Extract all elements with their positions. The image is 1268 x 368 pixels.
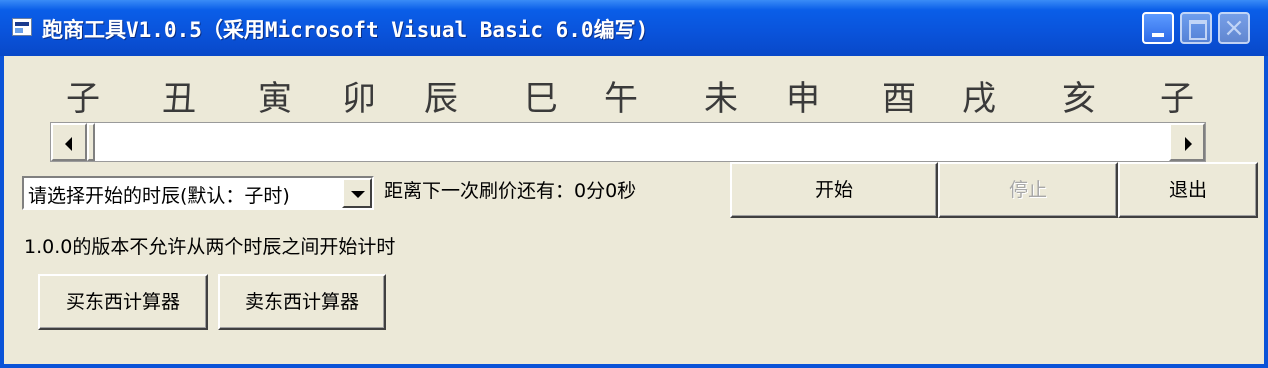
hour-label-zi: 子 xyxy=(66,79,100,119)
stop-button[interactable]: 停止 xyxy=(938,162,1118,218)
hour-label-mao: 卯 xyxy=(342,79,376,119)
hour-label-you: 酉 xyxy=(882,79,916,119)
scroll-thumb[interactable] xyxy=(87,123,95,161)
hour-label-chou: 丑 xyxy=(162,79,196,119)
hour-label-si: 巳 xyxy=(524,79,558,119)
hour-label-chen: 辰 xyxy=(424,79,458,119)
app-window: 跑商工具V1.0.5（采用Microsoft Visual Basic 6.0编… xyxy=(0,0,1268,368)
maximize-button[interactable] xyxy=(1180,12,1212,44)
hour-label-zi-end: 子 xyxy=(1160,79,1194,119)
time-scrollbar[interactable] xyxy=(50,122,1206,162)
start-hour-select-value: 请选择开始的时辰(默认：子时) xyxy=(28,185,290,207)
hour-label-hai: 亥 xyxy=(1062,79,1096,119)
hour-label-wei: 未 xyxy=(704,79,738,119)
window-title: 跑商工具V1.0.5（采用Microsoft Visual Basic 6.0编… xyxy=(42,18,649,42)
minimize-button[interactable] xyxy=(1142,12,1174,44)
hour-label-wu: 午 xyxy=(604,79,638,119)
start-hour-select[interactable]: 请选择开始的时辰(默认：子时) xyxy=(22,176,374,210)
countdown-label: 距离下一次刷价还有：0分0秒 xyxy=(384,180,637,202)
scroll-left-button[interactable] xyxy=(51,123,87,161)
app-icon[interactable] xyxy=(12,18,32,36)
buy-calculator-button[interactable]: 买东西计算器 xyxy=(38,274,208,330)
close-icon: × xyxy=(1223,13,1245,43)
arrow-right-icon xyxy=(1185,137,1192,151)
title-bar[interactable]: 跑商工具V1.0.5（采用Microsoft Visual Basic 6.0编… xyxy=(0,0,1268,56)
version-note: 1.0.0的版本不允许从两个时辰之间开始计时 xyxy=(24,236,396,258)
exit-button[interactable]: 退出 xyxy=(1118,162,1258,218)
hour-label-yin: 寅 xyxy=(258,79,292,119)
scroll-right-button[interactable] xyxy=(1169,123,1205,161)
sell-calculator-button[interactable]: 卖东西计算器 xyxy=(218,274,386,330)
hour-label-shen: 申 xyxy=(786,79,820,119)
start-button[interactable]: 开始 xyxy=(730,162,938,218)
hour-label-xu: 戌 xyxy=(962,79,996,119)
chevron-down-icon xyxy=(351,191,365,198)
arrow-left-icon xyxy=(65,137,72,151)
dropdown-button[interactable] xyxy=(342,178,372,208)
close-button[interactable]: × xyxy=(1218,12,1250,44)
